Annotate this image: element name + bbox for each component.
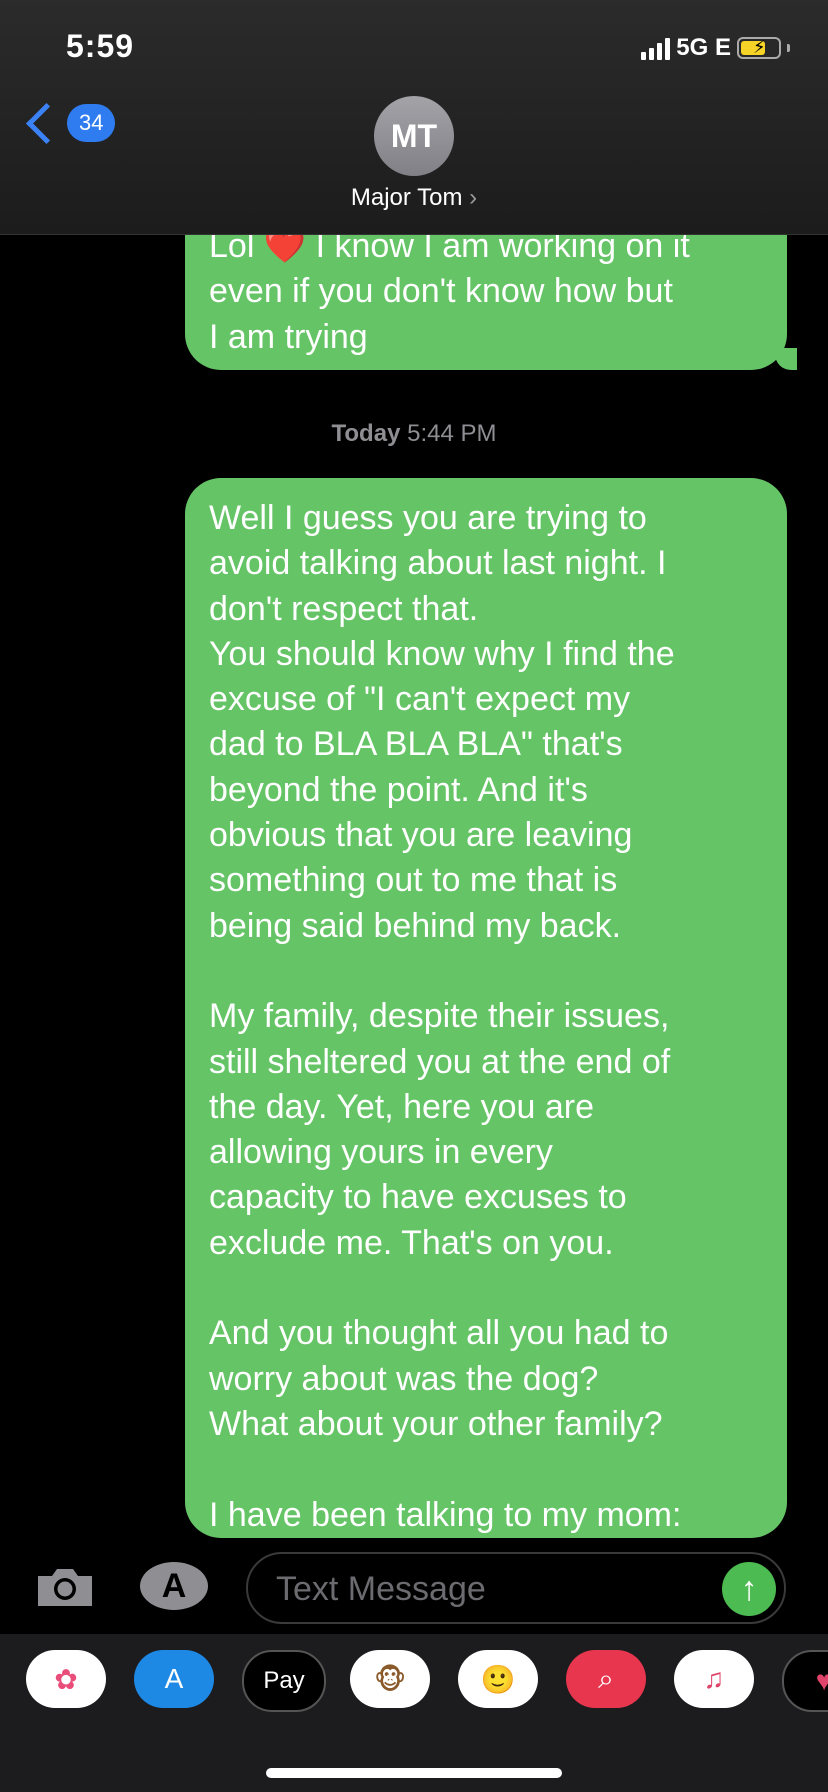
cellular-signal-icon <box>641 36 671 60</box>
compose-bar: A ↑ <box>0 1540 828 1634</box>
images-search-app[interactable]: ⌕ <box>566 1650 646 1708</box>
app-drawer: ✿ A Pay 🐵 🙂 ⌕ ♫ ♥ <box>0 1634 828 1792</box>
memoji-icon: 🙂 <box>480 1663 516 1695</box>
unread-count-badge: 34 <box>67 104 116 142</box>
app-store-icon[interactable]: A <box>140 1562 208 1610</box>
message-text: Well I guess you are trying to avoid tal… <box>209 499 682 1534</box>
app-store-app[interactable]: A <box>134 1650 214 1708</box>
chevron-left-icon <box>25 102 68 144</box>
timestamp: Today 5:44 PM <box>0 420 828 448</box>
heart-touch-icon: ♥ <box>815 1665 828 1696</box>
contact-name: Major Tom <box>350 184 463 211</box>
music-app[interactable]: ♫ <box>674 1650 754 1708</box>
photos-app[interactable]: ✿ <box>26 1650 106 1708</box>
conversation-header: 5:59 5G E ⚡ 34 MT Major Tom › <box>0 0 828 235</box>
battery-cap <box>787 44 790 52</box>
status-time: 5:59 <box>66 28 135 64</box>
send-button[interactable]: ↑ <box>722 1562 776 1616</box>
camera-icon[interactable] <box>34 1566 96 1608</box>
timestamp-day: Today <box>331 420 401 447</box>
status-indicators: 5G E ⚡ <box>641 34 790 62</box>
globe-search-icon: ⌕ <box>598 1662 614 1694</box>
app-label: Pay <box>263 1667 305 1694</box>
message-bubble[interactable]: Well I guess you are trying to avoid tal… <box>185 478 787 1538</box>
battery-icon: ⚡ <box>737 37 781 59</box>
message-field[interactable]: ↑ <box>246 1552 786 1624</box>
apple-pay-app[interactable]: Pay <box>242 1650 326 1712</box>
animoji-app[interactable]: 🐵 <box>350 1650 430 1708</box>
back-button[interactable]: 34 <box>24 102 116 144</box>
music-note-icon: ♫ <box>703 1663 725 1694</box>
arrow-up-icon: ↑ <box>740 1569 758 1608</box>
photos-icon: ✿ <box>54 1663 78 1695</box>
memoji-app[interactable]: 🙂 <box>458 1650 538 1708</box>
contact-avatar[interactable]: MT <box>374 96 454 176</box>
home-indicator[interactable] <box>266 1768 562 1778</box>
monkey-icon: 🐵 <box>373 1663 407 1695</box>
bubble-tail <box>775 348 797 370</box>
contact-name-button[interactable]: Major Tom › <box>0 184 828 212</box>
network-type: 5G E <box>676 34 731 61</box>
timestamp-time: 5:44 PM <box>407 420 497 447</box>
message-input[interactable] <box>274 1568 708 1610</box>
app-store-icon: A <box>164 1663 184 1694</box>
digital-touch-app[interactable]: ♥ <box>782 1650 828 1712</box>
chevron-right-icon: › <box>469 184 478 211</box>
